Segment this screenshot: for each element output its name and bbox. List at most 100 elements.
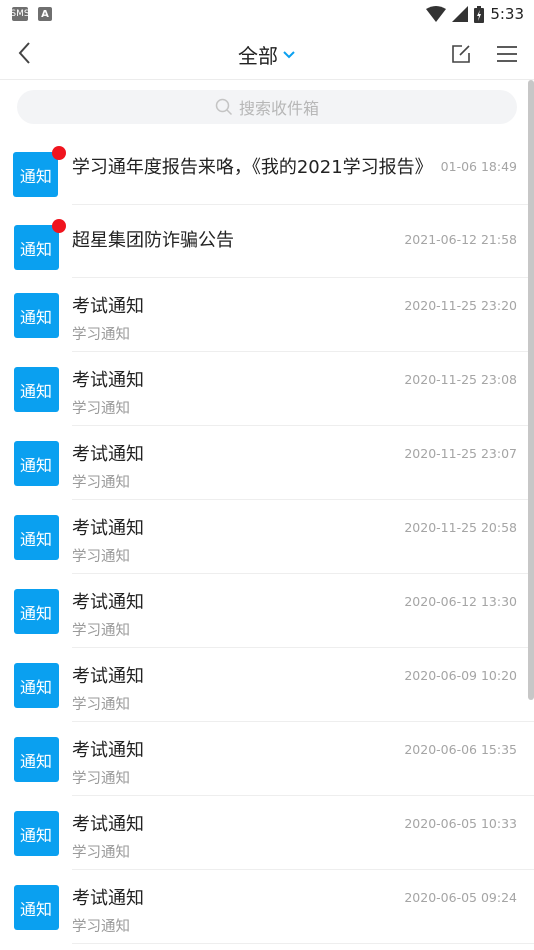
message-list: 通知 学习通年度报告来咯，《我的2021学习报告》 01-06 18:49 通知… [0,132,534,944]
search-icon [215,98,233,116]
item-title: 考试通知 [72,740,144,761]
item-time: 2020-06-06 15:35 [404,741,517,757]
item-content: 考试通知 2020-11-25 23:20 学习通知 [72,278,534,352]
item-time: 2020-06-09 10:20 [404,667,517,683]
avatar-wrap: 通知 [0,663,72,708]
item-time: 2020-11-25 23:08 [404,371,517,387]
unread-badge [52,219,66,233]
back-arrow-icon [18,42,30,64]
item-title: 考试通知 [72,444,144,465]
list-item[interactable]: 通知 考试通知 2020-06-05 10:33 学习通知 [0,796,534,870]
item-content: 超星集团防诈骗公告 2021-06-12 21:58 [72,205,534,278]
item-time: 2020-11-25 23:20 [404,297,517,313]
item-title: 学习通年度报告来咯，《我的2021学习报告》 [71,157,433,178]
item-subtitle: 学习通知 [72,401,130,417]
item-title: 考试通知 [72,888,144,909]
item-subtitle: 学习通知 [72,623,130,639]
menu-icon [497,46,517,62]
unread-badge [52,146,66,160]
item-time: 2020-06-05 10:33 [404,815,517,831]
folder-title[interactable]: 全部 [238,40,278,69]
list-item[interactable]: 通知 超星集团防诈骗公告 2021-06-12 21:58 [0,205,534,278]
item-title: 超星集团防诈骗公告 [72,230,234,251]
status-right: 5:33 [426,5,524,23]
item-time: 01-06 18:49 [440,158,517,174]
item-subtitle: 学习通知 [72,475,130,491]
notice-avatar: 通知 [13,811,59,856]
back-button[interactable] [10,38,38,68]
avatar-wrap: 通知 [0,146,72,197]
list-item[interactable]: 通知 考试通知 2020-06-06 15:35 学习通知 [0,722,534,796]
wifi-icon [426,6,447,22]
signal-icon [452,6,469,22]
item-subtitle: 学习通知 [72,327,130,343]
list-item[interactable]: 通知 学习通年度报告来咯，《我的2021学习报告》 01-06 18:49 [0,132,534,205]
sms-icon: SMS [10,7,30,21]
item-time: 2020-11-25 20:58 [404,519,517,535]
item-subtitle: 学习通知 [72,771,130,787]
list-item[interactable]: 通知 考试通知 2020-11-25 20:58 学习通知 [0,500,534,574]
status-bar: SMS A 5:33 [0,0,534,28]
header: 全部 [0,28,534,80]
clock-time: 5:33 [490,5,524,23]
item-time: 2020-06-12 13:30 [404,593,517,609]
item-content: 考试通知 2020-11-25 20:58 学习通知 [72,500,534,574]
notice-avatar: 通知 [13,293,59,338]
notice-avatar: 通知 [13,885,59,930]
item-title: 考试通知 [72,666,144,687]
item-content: 考试通知 2020-06-12 13:30 学习通知 [72,574,534,648]
item-subtitle: 学习通知 [72,697,130,713]
search-placeholder: 搜索收件箱 [238,99,319,118]
list-item[interactable]: 通知 考试通知 2020-06-12 13:30 学习通知 [0,574,534,648]
avatar-wrap: 通知 [0,811,72,856]
notice-avatar: 通知 [13,515,59,560]
search-input[interactable]: 搜索收件箱 [17,90,517,124]
item-content: 考试通知 2020-06-05 10:33 学习通知 [72,796,534,870]
list-item[interactable]: 通知 考试通知 2020-11-25 23:07 学习通知 [0,426,534,500]
avatar-wrap: 通知 [0,515,72,560]
item-subtitle: 学习通知 [72,919,130,935]
item-content: 考试通知 2020-06-09 10:20 学习通知 [72,648,534,722]
avatar-wrap: 通知 [0,737,72,782]
notice-avatar: 通知 [13,367,59,412]
avatar-wrap: 通知 [0,219,72,270]
notice-avatar: 通知 [13,589,59,634]
item-content: 考试通知 2020-06-06 15:35 学习通知 [72,722,534,796]
compose-button[interactable] [448,41,474,67]
item-content: 考试通知 2020-11-25 23:07 学习通知 [72,426,534,500]
a-icon: A [38,7,52,21]
item-time: 2020-11-25 23:07 [404,445,517,461]
notice-avatar: 通知 [13,663,59,708]
chevron-down-icon[interactable] [282,45,296,64]
list-item[interactable]: 通知 考试通知 2020-11-25 23:08 学习通知 [0,352,534,426]
list-item[interactable]: 通知 考试通知 2020-06-09 10:20 学习通知 [0,648,534,722]
compose-icon [452,45,470,63]
notice-avatar: 通知 [13,152,59,197]
item-content: 考试通知 2020-06-05 09:24 学习通知 [72,870,534,944]
item-content: 考试通知 2020-11-25 23:08 学习通知 [72,352,534,426]
item-title: 考试通知 [72,814,144,835]
item-subtitle: 学习通知 [72,845,130,861]
avatar-wrap: 通知 [0,293,72,338]
item-content: 学习通年度报告来咯，《我的2021学习报告》 01-06 18:49 [71,132,534,205]
item-title: 考试通知 [72,592,144,613]
status-left: SMS A [10,7,52,21]
notice-avatar: 通知 [13,737,59,782]
item-title: 考试通知 [72,296,144,317]
avatar-wrap: 通知 [0,589,72,634]
battery-icon [474,5,485,23]
item-title: 考试通知 [72,518,144,539]
avatar-wrap: 通知 [0,441,72,486]
notice-avatar: 通知 [13,225,59,270]
avatar-wrap: 通知 [0,367,72,412]
item-title: 考试通知 [72,370,144,391]
avatar-wrap: 通知 [0,885,72,930]
list-item[interactable]: 通知 考试通知 2020-06-05 09:24 学习通知 [0,870,534,944]
item-time: 2020-06-05 09:24 [404,889,517,905]
list-item[interactable]: 通知 考试通知 2020-11-25 23:20 学习通知 [0,278,534,352]
notice-avatar: 通知 [13,441,59,486]
item-time: 2021-06-12 21:58 [404,231,517,247]
menu-button[interactable] [494,41,520,67]
list-scrollbar[interactable] [528,80,534,700]
item-subtitle: 学习通知 [72,549,130,565]
